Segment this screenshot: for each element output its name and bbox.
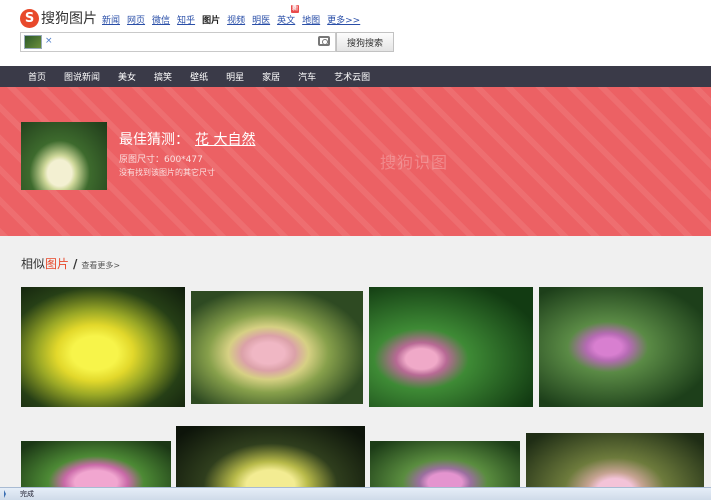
nav-link-video[interactable]: 视频 xyxy=(227,13,245,26)
similar-image[interactable] xyxy=(191,291,363,404)
nav-link-map[interactable]: 地图 xyxy=(302,13,320,26)
search-input[interactable]: × xyxy=(20,32,336,52)
sogou-logo-icon: S xyxy=(20,8,39,28)
category-home-decor[interactable]: 家居 xyxy=(262,70,280,83)
nav-link-news[interactable]: 新闻 xyxy=(102,13,120,26)
category-home[interactable]: 首页 xyxy=(28,70,46,83)
category-funny[interactable]: 搞笑 xyxy=(154,70,172,83)
nav-link-weixin[interactable]: 微信 xyxy=(152,13,170,26)
nav-link-english[interactable]: 英文 新 xyxy=(277,5,300,26)
logo-text: 搜狗图片 xyxy=(41,11,97,27)
category-news-pics[interactable]: 图说新闻 xyxy=(64,70,100,83)
category-bar: 首页 图说新闻 美女 搞笑 壁纸 明星 家居 汽车 艺术云图 xyxy=(0,66,711,87)
no-other-sizes-text: 没有找到该图片的其它尺寸 xyxy=(119,168,215,177)
similar-image[interactable] xyxy=(21,287,185,407)
camera-icon[interactable] xyxy=(318,36,330,46)
similar-images-heading: 相似 图片 / 查看更多> xyxy=(21,255,120,272)
product-nav: 新闻 网页 微信 知乎 图片 视频 明医 英文 新 地图 更多>> xyxy=(102,5,367,26)
search-button[interactable]: 搜狗搜索 xyxy=(336,32,394,52)
remove-image-icon[interactable]: × xyxy=(45,36,53,46)
category-beauty[interactable]: 美女 xyxy=(118,70,136,83)
browser-status-bar: 完成 xyxy=(0,487,711,500)
nav-link-images[interactable]: 图片 xyxy=(202,13,220,26)
top-header: S 搜狗图片 新闻 网页 微信 知乎 图片 视频 明医 英文新 地图 更多>> … xyxy=(0,0,711,66)
nav-link-zhihu[interactable]: 知乎 xyxy=(177,13,195,26)
similar-title-highlight: 图片 xyxy=(45,257,70,271)
category-wallpaper[interactable]: 壁纸 xyxy=(190,70,208,83)
category-cars[interactable]: 汽车 xyxy=(298,70,316,83)
original-size: 原图尺寸：600*477 xyxy=(119,155,203,165)
query-image-thumbnail xyxy=(24,35,42,49)
nav-link-medical[interactable]: 明医 xyxy=(252,13,270,26)
result-hero: 搜狗识图 最佳猜测： 花 大自然 原图尺寸：600*477 没有找到该图片的其它尺… xyxy=(0,87,711,236)
status-text: 完成 xyxy=(20,490,34,498)
heading-divider: / xyxy=(73,257,78,271)
nav-link-more[interactable]: 更多>> xyxy=(327,13,360,26)
watermark: 搜狗识图 xyxy=(380,153,449,172)
query-image[interactable] xyxy=(21,122,107,190)
similar-image[interactable] xyxy=(369,287,533,407)
category-art-cloud[interactable]: 艺术云图 xyxy=(334,70,370,83)
new-badge: 新 xyxy=(291,5,300,13)
similar-image[interactable] xyxy=(539,287,703,407)
best-guess-label: 最佳猜测： xyxy=(119,132,189,148)
best-guess-link[interactable]: 花 大自然 xyxy=(195,132,255,148)
view-more-link[interactable]: 查看更多> xyxy=(81,260,120,271)
sogou-logo[interactable]: S 搜狗图片 xyxy=(20,8,97,28)
nav-link-web[interactable]: 网页 xyxy=(127,13,145,26)
category-celebrity[interactable]: 明星 xyxy=(226,70,244,83)
similar-title-prefix: 相似 xyxy=(21,257,46,271)
status-icon xyxy=(4,490,12,498)
best-guess: 最佳猜测： 花 大自然 xyxy=(119,129,255,149)
english-label: 英文 xyxy=(277,16,296,26)
